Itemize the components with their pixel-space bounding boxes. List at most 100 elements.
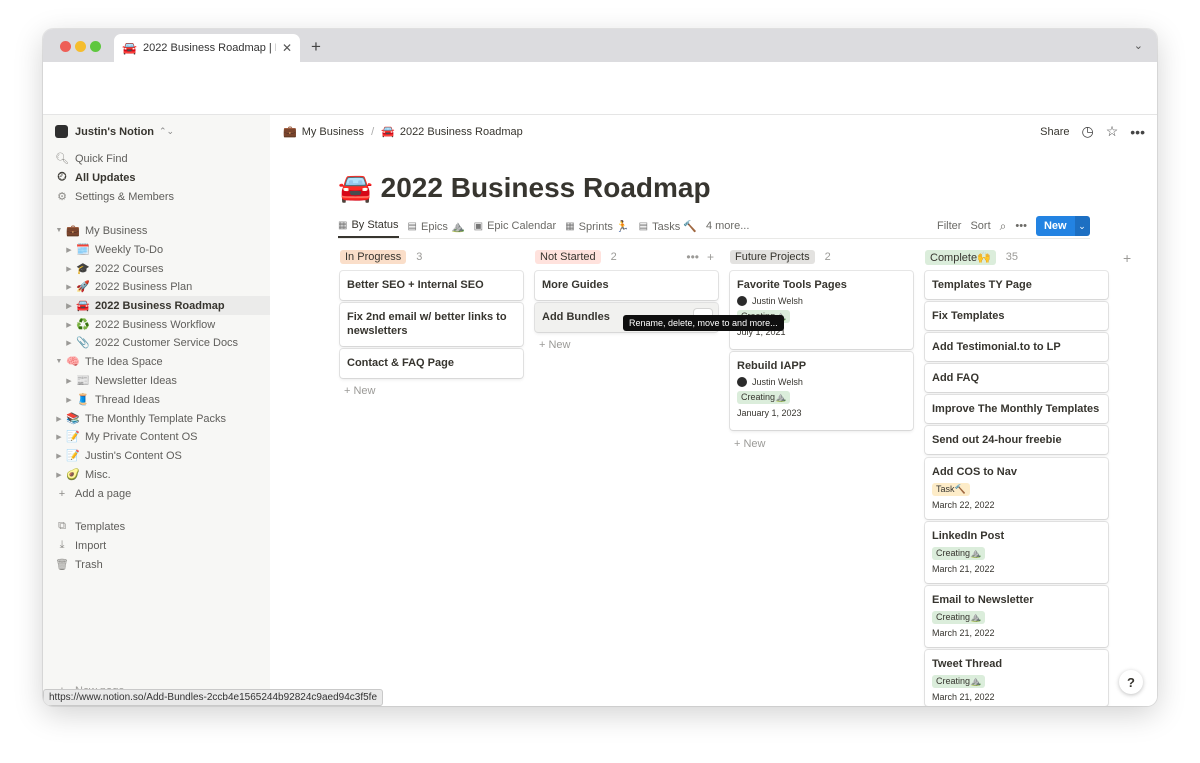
add-new-card-button[interactable]: + New bbox=[734, 438, 766, 450]
board-card[interactable]: More Guides bbox=[535, 271, 718, 300]
plus-icon[interactable]: + bbox=[707, 250, 714, 264]
status-pill[interactable]: In Progress bbox=[340, 250, 407, 264]
breadcrumb-roadmap[interactable]: 2022 Business Roadmap bbox=[400, 126, 523, 138]
board-card[interactable]: Tweet Thread Creating⛰️ March 21, 2022 bbox=[925, 650, 1108, 706]
caret-right-icon[interactable]: ▶ bbox=[54, 452, 64, 460]
history-icon[interactable]: ◷ bbox=[1082, 123, 1094, 140]
sidebar-item-thread-ideas[interactable]: ▶ 🧵 Thread Ideas bbox=[43, 390, 270, 409]
board-card[interactable]: Better SEO + Internal SEO bbox=[340, 271, 523, 300]
sidebar-item-my-business[interactable]: ▼ 💼 My Business bbox=[43, 221, 270, 240]
board-card[interactable]: Add COS to Nav Task🔨 March 22, 2022 bbox=[925, 458, 1108, 519]
more-icon[interactable]: ••• bbox=[1015, 220, 1027, 232]
tab-epic-calendar[interactable]: ▣ Epic Calendar bbox=[474, 214, 557, 238]
quick-find[interactable]: 🔍︎ Quick Find bbox=[43, 149, 270, 168]
templates-button[interactable]: ⧉ Templates bbox=[43, 517, 270, 536]
more-icon[interactable]: ••• bbox=[1130, 124, 1145, 140]
tab-label: By Status bbox=[351, 219, 399, 231]
caret-down-icon[interactable]: ▼ bbox=[54, 358, 64, 365]
filter-button[interactable]: Filter bbox=[937, 220, 961, 232]
sidebar-item-monthly-template-packs[interactable]: ▶ 📚 The Monthly Template Packs bbox=[43, 409, 270, 428]
sidebar-item-misc[interactable]: ▶ 🥑 Misc. bbox=[43, 465, 270, 484]
star-icon[interactable]: ☆ bbox=[1106, 123, 1119, 140]
browser-tab[interactable]: 🚘 2022 Business Roadmap | By S ✕ bbox=[114, 34, 300, 62]
zoom-window-button[interactable] bbox=[90, 41, 101, 52]
minimize-window-button[interactable] bbox=[75, 41, 86, 52]
car-icon[interactable]: 🚘 bbox=[338, 172, 373, 203]
board-card[interactable]: Contact & FAQ Page bbox=[340, 349, 523, 378]
sidebar-item-justins-content-os[interactable]: ▶ 📝 Justin's Content OS bbox=[43, 446, 270, 465]
board-card[interactable]: Templates TY Page bbox=[925, 271, 1108, 299]
caret-right-icon[interactable]: ▶ bbox=[64, 339, 74, 347]
add-new-card-button[interactable]: + New bbox=[539, 339, 571, 351]
caret-right-icon[interactable]: ▶ bbox=[64, 283, 74, 291]
column-header[interactable]: Not Started 2 ••• + bbox=[535, 248, 718, 266]
settings-members[interactable]: ⚙ Settings & Members bbox=[43, 187, 270, 206]
chevron-down-icon[interactable]: ⌄ bbox=[1074, 216, 1090, 236]
new-button[interactable]: New ⌄ bbox=[1035, 216, 1090, 236]
close-icon[interactable]: ✕ bbox=[282, 41, 292, 55]
sidebar-item-business-workflow[interactable]: ▶ ♻️ 2022 Business Workflow bbox=[43, 315, 270, 334]
sidebar-item-2022-courses[interactable]: ▶ 🎓 2022 Courses bbox=[43, 259, 270, 278]
status-pill[interactable]: Complete🙌 bbox=[925, 249, 996, 265]
sidebar-item-customer-service[interactable]: ▶ 📎 2022 Customer Service Docs bbox=[43, 333, 270, 352]
chevron-down-icon[interactable]: ⌄ bbox=[1134, 39, 1143, 52]
help-button[interactable]: ? bbox=[1119, 670, 1143, 694]
board-card[interactable]: Fix 2nd email w/ better links to newslet… bbox=[340, 303, 523, 346]
tab-epics[interactable]: ▤ Epics ⛰️ bbox=[408, 214, 465, 238]
sidebar-item-business-plan[interactable]: ▶ 🚀 2022 Business Plan bbox=[43, 277, 270, 296]
caret-right-icon[interactable]: ▶ bbox=[64, 265, 74, 273]
status-pill[interactable]: Not Started bbox=[535, 250, 601, 264]
search-icon: 🔍︎ bbox=[55, 153, 69, 165]
caret-right-icon[interactable]: ▶ bbox=[64, 246, 74, 254]
board-card[interactable]: Email to Newsletter Creating⛰️ March 21,… bbox=[925, 586, 1108, 647]
sidebar-item-newsletter-ideas[interactable]: ▶ 📰 Newsletter Ideas bbox=[43, 371, 270, 390]
caret-right-icon[interactable]: ▶ bbox=[64, 377, 74, 385]
board-card[interactable]: Add FAQ bbox=[925, 364, 1108, 392]
trash-button[interactable]: 🗑︎ Trash bbox=[43, 555, 270, 574]
board-card[interactable]: LinkedIn Post Creating⛰️ March 21, 2022 bbox=[925, 522, 1108, 583]
breadcrumb-my-business[interactable]: My Business bbox=[302, 126, 364, 138]
more-icon[interactable]: ••• bbox=[686, 250, 699, 264]
add-new-card-button[interactable]: + New bbox=[344, 385, 376, 397]
all-updates[interactable]: 🕘︎ All Updates bbox=[43, 168, 270, 187]
status-pill[interactable]: Future Projects bbox=[730, 250, 815, 264]
page-title[interactable]: 🚘 2022 Business Roadmap bbox=[338, 171, 711, 204]
workspace-switcher[interactable]: Justin's Notion ⌃⌄ bbox=[55, 125, 174, 138]
board-card[interactable]: Improve The Monthly Templates bbox=[925, 395, 1108, 423]
caret-right-icon[interactable]: ▶ bbox=[54, 415, 64, 423]
tab-more[interactable]: 4 more... bbox=[706, 214, 749, 238]
board-icon: ▦ bbox=[565, 220, 575, 232]
caret-right-icon[interactable]: ▶ bbox=[64, 396, 74, 404]
caret-right-icon[interactable]: ▶ bbox=[54, 471, 64, 479]
new-tab-icon[interactable]: + bbox=[311, 37, 321, 57]
sidebar-item-business-roadmap[interactable]: ▶ 🚘 2022 Business Roadmap bbox=[43, 296, 270, 315]
tab-tasks[interactable]: ▤ Tasks 🔨 bbox=[639, 214, 697, 238]
column-header[interactable]: In Progress 3 bbox=[340, 248, 523, 266]
caret-right-icon[interactable]: ▶ bbox=[64, 321, 74, 329]
board-card[interactable]: Add Testimonial.to to LP bbox=[925, 333, 1108, 361]
sidebar-item-label: 2022 Business Roadmap bbox=[95, 299, 225, 312]
search-icon[interactable]: ⌕ bbox=[1000, 219, 1007, 234]
column-header[interactable]: Complete🙌 35 bbox=[925, 248, 1108, 266]
add-group-plus-icon[interactable]: + bbox=[1123, 250, 1131, 266]
share-button[interactable]: Share bbox=[1040, 126, 1069, 138]
add-page-button[interactable]: + Add a page bbox=[43, 484, 270, 503]
sidebar-item-private-content-os[interactable]: ▶ 📝 My Private Content OS bbox=[43, 427, 270, 446]
page-title-text[interactable]: 2022 Business Roadmap bbox=[381, 172, 711, 203]
board-card[interactable]: Rebuild IAPP Justin Welsh Creating⛰️ Jan… bbox=[730, 352, 913, 430]
new-button-label[interactable]: New bbox=[1035, 216, 1075, 236]
caret-right-icon[interactable]: ▶ bbox=[64, 302, 74, 310]
tab-sprints[interactable]: ▦ Sprints 🏃 bbox=[565, 214, 629, 238]
sort-button[interactable]: Sort bbox=[970, 220, 990, 232]
caret-right-icon[interactable]: ▶ bbox=[54, 433, 64, 441]
board-card[interactable]: Favorite Tools Pages Justin Welsh Creati… bbox=[730, 271, 913, 349]
board-card[interactable]: Fix Templates bbox=[925, 302, 1108, 330]
tab-by-status[interactable]: ▦ By Status bbox=[338, 214, 399, 238]
column-header[interactable]: Future Projects 2 bbox=[730, 248, 913, 266]
board-card[interactable]: Send out 24-hour freebie bbox=[925, 426, 1108, 454]
caret-down-icon[interactable]: ▼ bbox=[54, 227, 64, 234]
sidebar-item-weekly-todo[interactable]: ▶ 🗓️ Weekly To-Do bbox=[43, 240, 270, 259]
sidebar-item-idea-space[interactable]: ▼ 🧠 The Idea Space bbox=[43, 352, 270, 371]
close-window-button[interactable] bbox=[60, 41, 71, 52]
import-button[interactable]: ⤓ Import bbox=[43, 536, 270, 555]
